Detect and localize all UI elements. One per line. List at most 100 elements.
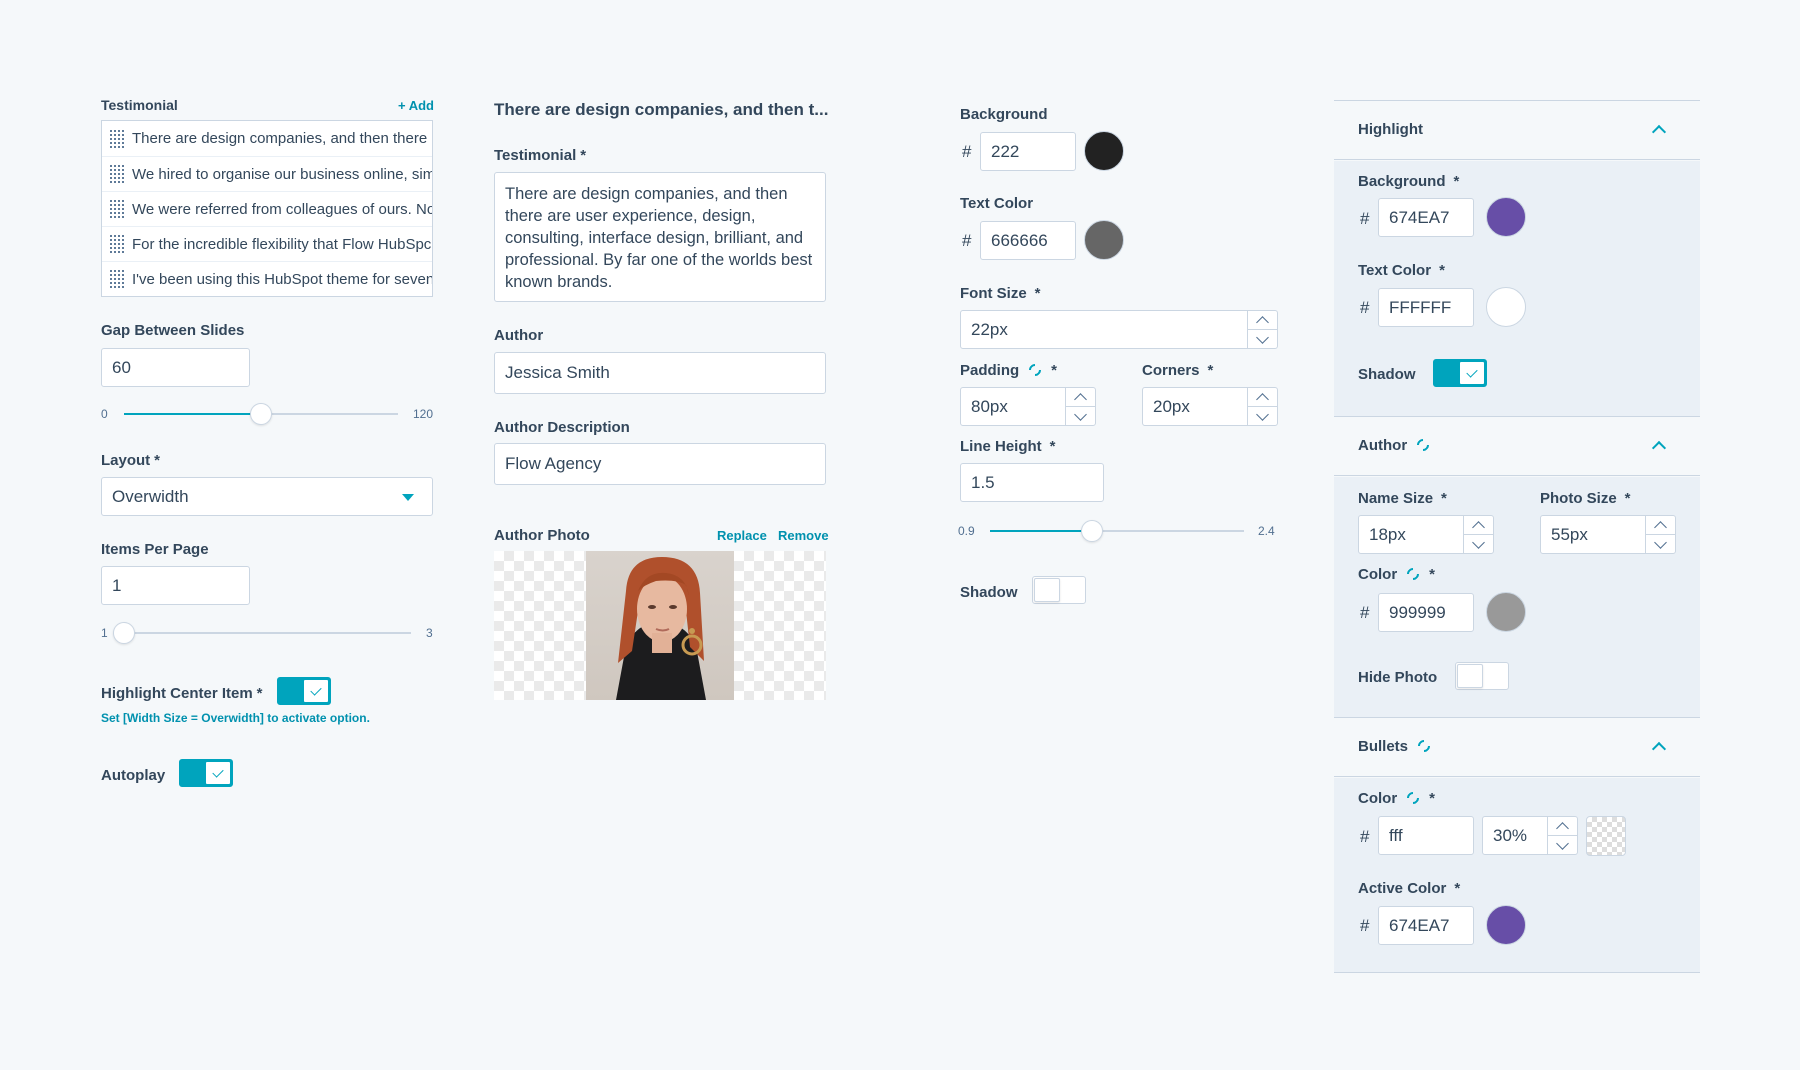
list-item[interactable]: We hired to organise our business online… (102, 156, 432, 191)
text-color-swatch[interactable] (1084, 220, 1124, 260)
chevron-down-icon[interactable] (1066, 406, 1095, 425)
gap-min-tick: 0 (101, 407, 108, 421)
hash-sign: # (1360, 209, 1370, 228)
line-height-input[interactable]: 1.5 (960, 463, 1104, 502)
author-description-input[interactable]: Flow Agency (494, 443, 826, 485)
list-item[interactable]: I've been using this HubSpot theme for s… (102, 261, 432, 296)
gap-slider-fill (124, 413, 261, 415)
hide-photo-toggle[interactable] (1455, 662, 1509, 690)
font-size-stepper[interactable] (1247, 311, 1277, 348)
highlight-center-toggle[interactable] (277, 677, 331, 705)
items-per-page-input[interactable]: 1 (101, 566, 250, 605)
drag-handle-icon[interactable] (110, 199, 124, 219)
hl-background-label: Background * (1358, 173, 1460, 190)
name-size-input[interactable]: 18px (1358, 515, 1494, 554)
list-item[interactable]: We were referred from colleagues of ours… (102, 191, 432, 226)
background-color-input[interactable]: 222 (980, 132, 1076, 171)
bullet-color-swatch[interactable] (1586, 816, 1626, 856)
padding-stepper[interactable] (1065, 388, 1095, 425)
testimonial-list-label: Testimonial (101, 97, 178, 113)
replace-photo-link[interactable]: Replace (717, 528, 767, 543)
corners-stepper[interactable] (1247, 388, 1277, 425)
active-color-label: Active Color * (1358, 880, 1461, 897)
line-height-label: Line Height * (960, 438, 1056, 455)
sync-icon (1415, 737, 1433, 755)
chevron-up-icon[interactable] (1651, 440, 1667, 456)
active-color-swatch[interactable] (1486, 905, 1526, 945)
highlight-section-header[interactable]: Highlight (1334, 100, 1700, 160)
font-size-input[interactable]: 22px (960, 310, 1278, 349)
line-height-slider-thumb[interactable] (1080, 520, 1103, 542)
drag-handle-icon[interactable] (110, 164, 124, 184)
list-item[interactable]: There are design companies, and then the… (102, 121, 432, 156)
author-section-header[interactable]: Author (1334, 416, 1700, 476)
bullet-color-label: Color * (1358, 789, 1436, 807)
hl-shadow-toggle[interactable] (1433, 359, 1487, 387)
photo-size-label: Photo Size * (1540, 490, 1631, 507)
author-input[interactable]: Jessica Smith (494, 352, 826, 394)
sync-icon (1414, 436, 1432, 454)
sync-icon (1026, 361, 1044, 379)
list-item[interactable]: For the incredible flexibility that Flow… (102, 226, 432, 261)
author-color-swatch[interactable] (1486, 592, 1526, 632)
name-size-stepper[interactable] (1463, 516, 1493, 553)
author-color-input[interactable]: 999999 (1378, 593, 1474, 632)
testimonial-textarea[interactable]: There are design companies, and then the… (494, 172, 826, 302)
bullet-color-input[interactable]: fff (1378, 816, 1474, 855)
autoplay-toggle[interactable] (179, 759, 233, 787)
hash-sign: # (962, 142, 972, 161)
remove-photo-link[interactable]: Remove (778, 528, 829, 543)
background-color-swatch[interactable] (1084, 131, 1124, 171)
chevron-down-icon[interactable] (1248, 329, 1277, 348)
chevron-up-icon[interactable] (1651, 124, 1667, 140)
chevron-up-icon[interactable] (1651, 741, 1667, 757)
chevron-up-icon[interactable] (1464, 516, 1493, 534)
drag-handle-icon[interactable] (110, 234, 124, 254)
corners-input[interactable]: 20px (1142, 387, 1278, 426)
drag-handle-icon[interactable] (110, 128, 124, 149)
chevron-up-icon[interactable] (1646, 516, 1675, 534)
padding-input[interactable]: 80px (960, 387, 1096, 426)
shadow-toggle[interactable] (1032, 576, 1086, 604)
gap-max-tick: 120 (413, 407, 434, 421)
line-height-slider-track[interactable] (990, 530, 1244, 532)
hash-sign: # (1360, 603, 1370, 622)
chevron-up-icon[interactable] (1548, 817, 1577, 835)
text-color-label: Text Color (960, 195, 1034, 212)
chevron-up-icon[interactable] (1248, 311, 1277, 329)
items-max-tick: 3 (426, 626, 433, 640)
layout-select-value: Overwidth (112, 486, 189, 506)
hl-background-input[interactable]: 674EA7 (1378, 198, 1474, 237)
items-slider-track[interactable] (113, 632, 411, 634)
check-icon (310, 683, 322, 696)
bullet-opacity-input[interactable]: 30% (1482, 816, 1578, 855)
author-section-title: Author (1358, 436, 1432, 454)
bullets-section-header[interactable]: Bullets (1334, 717, 1700, 777)
chevron-down-icon[interactable] (1464, 534, 1493, 553)
gap-slider-thumb[interactable] (250, 403, 272, 425)
photo-size-input[interactable]: 55px (1540, 515, 1676, 554)
author-color-label: Color * (1358, 565, 1436, 583)
hl-text-color-input[interactable]: FFFFFF (1378, 288, 1474, 327)
hl-background-swatch[interactable] (1486, 197, 1526, 237)
background-label: Background (960, 106, 1048, 123)
drag-handle-icon[interactable] (110, 269, 124, 289)
add-testimonial-link[interactable]: + Add (398, 98, 434, 113)
chevron-down-icon[interactable] (1548, 835, 1577, 854)
gap-input[interactable]: 60 (101, 348, 250, 387)
text-color-input[interactable]: 666666 (980, 221, 1076, 260)
active-color-input[interactable]: 674EA7 (1378, 906, 1474, 945)
line-height-slider-fill (990, 530, 1092, 532)
layout-select[interactable]: Overwidth (101, 477, 433, 516)
chevron-up-icon[interactable] (1066, 388, 1095, 406)
autoplay-label: Autoplay (101, 767, 166, 784)
chevron-down-icon[interactable] (1646, 534, 1675, 553)
hl-text-color-swatch[interactable] (1486, 287, 1526, 327)
bullet-opacity-stepper[interactable] (1547, 817, 1577, 854)
chevron-up-icon[interactable] (1248, 388, 1277, 406)
line-height-max-tick: 2.4 (1258, 524, 1275, 538)
photo-size-stepper[interactable] (1645, 516, 1675, 553)
chevron-down-icon[interactable] (1248, 406, 1277, 425)
highlight-center-hint: Set [Width Size = Overwidth] to activate… (101, 711, 370, 725)
items-slider-thumb[interactable] (113, 622, 135, 644)
